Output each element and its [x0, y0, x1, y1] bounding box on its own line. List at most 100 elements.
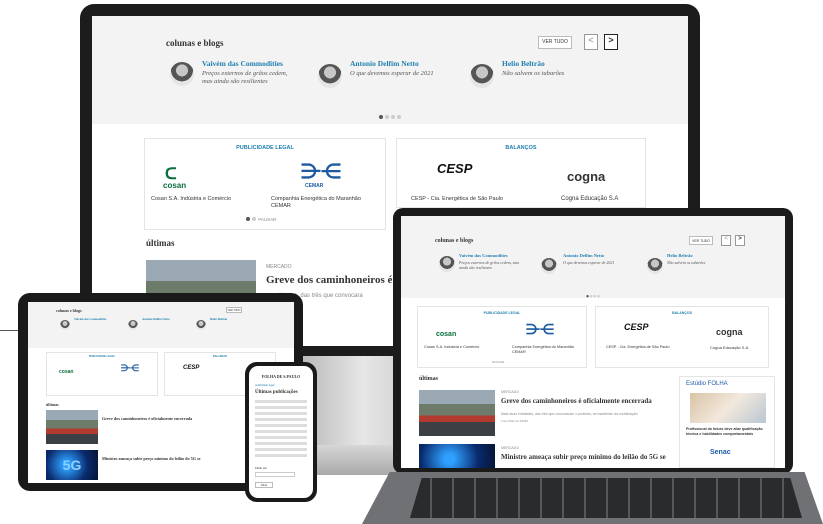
filter-button[interactable]: Filtrar	[255, 482, 273, 488]
news-section: MERCADO	[266, 264, 292, 270]
cesp-logo[interactable]: CESP	[437, 161, 472, 176]
column-headline[interactable]: Preços externos de grãos cedem, mas aind…	[202, 70, 298, 86]
column-headline[interactable]: Não salvem os tubarões	[667, 260, 705, 265]
legal-card: PUBLICIDADE LEGAL ᑕ cosan Cosan S.A. Ind…	[144, 138, 386, 230]
company-name[interactable]: Cosan S.A. Indústria e Comércio	[151, 196, 231, 202]
balances-title: BALANÇOS	[672, 311, 692, 315]
balances-card: BALANÇOS CESP CESP - Cia. Energética de …	[396, 138, 646, 208]
columnist-name[interactable]: Helio Beltrão	[210, 317, 227, 321]
columnist-avatar	[60, 320, 70, 330]
ad-card[interactable]: Estúdio FOLHA Profissional do futuro dev…	[679, 376, 775, 468]
news-headline[interactable]: Ministro ameaça subir preço mínimo do le…	[501, 453, 677, 461]
news-image[interactable]	[419, 390, 495, 436]
carousel-dots[interactable]	[586, 290, 600, 301]
column-headline[interactable]: O que devemos esperar de 2021	[563, 260, 614, 265]
ad-image	[690, 393, 766, 423]
columnist-avatar	[128, 320, 138, 330]
publication-list	[255, 400, 307, 460]
columns-section: colunas e blogs VER TUDO Vaivém das Comm…	[28, 302, 294, 348]
news-time: 1.fev.2021 às 23h54	[501, 419, 528, 423]
latest-title: últimas	[419, 376, 439, 382]
company-name[interactable]: Companhia Energética do Maranhão CEMAR	[512, 345, 584, 355]
cogna-logo[interactable]: cogna	[567, 169, 605, 184]
cemar-logo-text[interactable]: CEMAR	[305, 183, 323, 189]
news-image[interactable]	[419, 444, 495, 468]
next-arrow[interactable]: >	[735, 235, 745, 246]
see-all-button[interactable]: VER TUDO	[226, 307, 242, 313]
company-name[interactable]: Cogna Educação S.A	[710, 345, 748, 350]
legal-title: PUBLICIDADE LEGAL	[483, 311, 521, 315]
columnist-name[interactable]: Antonio Delfim Netto	[563, 253, 604, 258]
column-headline[interactable]: Não salvem os tubarões	[502, 70, 564, 77]
legal-card: PUBLICIDADE LEGAL cosan ⋺⋲	[46, 352, 158, 396]
cogna-logo[interactable]: cogna	[716, 327, 743, 337]
balances-title: BALANÇOS	[505, 145, 537, 151]
filter-select[interactable]	[255, 472, 295, 477]
company-name[interactable]: CESP - Cia. Energética de São Paulo	[606, 345, 669, 349]
columnist-name[interactable]: Antonio Delfim Netto	[350, 59, 419, 68]
columns-title: colunas e blogs	[56, 308, 82, 313]
latest-title: últimas	[146, 238, 175, 248]
news-headline[interactable]: Greve dos caminhoneiros é o	[266, 274, 401, 286]
legal-title: PUBLICIDADE LEGAL	[88, 355, 116, 358]
laptop-keyboard	[410, 478, 802, 518]
see-all-button[interactable]: VER TUDO	[538, 36, 572, 49]
columnist-name[interactable]: Antonio Delfim Netto	[142, 317, 170, 321]
ad-brand: Estúdio FOLHA	[686, 381, 728, 387]
laptop-screen: colunas e blogs VER TUDO < > Vaivém das …	[401, 216, 785, 468]
cemar-logo[interactable]: ⋺⋲	[526, 321, 554, 338]
news-summary: Mais duas entidades, das três que convoc…	[501, 412, 638, 416]
cosan-logo-text[interactable]: cosan	[59, 369, 73, 375]
columnist-name[interactable]: Helio Beltrão	[502, 59, 545, 68]
company-name[interactable]: CESP - Cia. Energética de São Paulo	[411, 196, 503, 202]
masthead[interactable]: FOLHA DE S.PAULO	[249, 374, 313, 379]
news-section: MERCADO	[501, 446, 519, 450]
columns-title: colunas e blogs	[166, 38, 224, 48]
column-headline[interactable]: O que devemos esperar de 2021	[350, 70, 434, 77]
carousel-pause[interactable]: PAUSAR	[245, 217, 276, 222]
latest-title: últimas	[46, 402, 59, 407]
cosan-logo-text[interactable]: cosan	[163, 181, 186, 190]
columnist-avatar	[196, 320, 206, 330]
columns-section: colunas e blogs VER TUDO < > Vaivém das …	[401, 216, 785, 298]
company-name[interactable]: Companhia Energética do Maranhão CEMAR	[271, 196, 381, 210]
carousel-pause[interactable]: PAUSAR	[492, 360, 504, 364]
cemar-logo[interactable]: ⋺⋲	[301, 159, 341, 184]
columnist-name[interactable]: Vaivém das Commodities	[74, 317, 106, 321]
news-image[interactable]	[46, 410, 98, 444]
prev-arrow[interactable]: <	[721, 235, 731, 246]
see-all-button[interactable]: VER TUDO	[689, 236, 713, 245]
columnist-avatar	[541, 258, 557, 274]
next-arrow[interactable]: >	[604, 34, 618, 50]
columnist-avatar	[647, 258, 663, 274]
news-image[interactable]: 5G	[46, 450, 98, 480]
columnist-avatar	[439, 256, 455, 272]
news-headline[interactable]: Greve dos caminhoneiros é oficialmente e…	[501, 397, 671, 405]
company-name[interactable]: Cosan S.A. Indústria e Comércio	[424, 345, 479, 349]
news-headline[interactable]: Greve dos caminhoneiros é oficialmente e…	[102, 416, 212, 421]
columnist-name[interactable]: Vaivém das Commodities	[459, 253, 508, 258]
column-headline[interactable]: Preços externos de grãos cedem, mas aind…	[459, 260, 523, 270]
cesp-logo[interactable]: CESP	[183, 365, 199, 371]
columnist-avatar	[170, 62, 194, 86]
balances-card: BALANÇOS CESP CESP - Cia. Energética de …	[595, 306, 769, 368]
columns-title: colunas e blogs	[435, 238, 474, 244]
cosan-logo-text[interactable]: cosan	[436, 331, 456, 338]
legal-card: PUBLICIDADE LEGAL cosan Cosan S.A. Indús…	[417, 306, 587, 368]
cemar-logo[interactable]: ⋺⋲	[121, 363, 139, 374]
cesp-logo[interactable]: CESP	[624, 322, 649, 332]
columnist-name[interactable]: Vaivém das Commodities	[202, 59, 283, 68]
columnist-avatar	[470, 64, 494, 88]
company-name[interactable]: Cogna Educação S.A	[561, 196, 618, 202]
filter-label: Filtrar por	[255, 466, 267, 470]
news-headline[interactable]: Ministro ameaça subir preço mínimo do le…	[102, 456, 212, 461]
phone-screen: FOLHA DE S.PAULO publicidade legal Últim…	[249, 366, 313, 498]
carousel-dots[interactable]	[378, 106, 402, 124]
balances-title: BALANÇOS	[212, 355, 228, 358]
columnist-avatar	[318, 64, 342, 88]
columnist-name[interactable]: Helio Beltrão	[667, 253, 693, 258]
columns-section: colunas e blogs VER TUDO < > Vaivém das …	[92, 16, 688, 124]
news-section: MERCADO	[501, 390, 519, 394]
breadcrumb[interactable]: publicidade legal	[255, 384, 274, 387]
prev-arrow[interactable]: <	[584, 34, 598, 50]
